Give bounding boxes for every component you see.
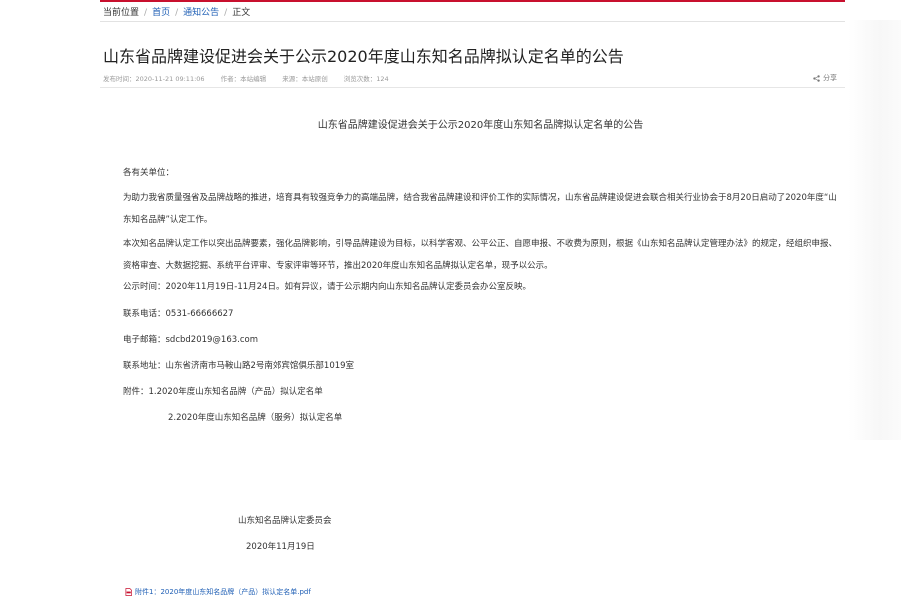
source: 来源：本站原创 [282,75,328,83]
contact-email: 电子邮箱：sdcbd2019@163.com [123,335,259,345]
view-count: 浏览次数：124 [343,75,389,83]
breadcrumb-home-link[interactable]: 首页 [152,8,170,18]
article-title: 山东省品牌建设促进会关于公示2020年度山东知名品牌拟认定名单的公告 [103,47,624,66]
paragraph-2-text: 本次知名品牌认定工作以突出品牌要素，强化品牌影响，引导品牌建设为目标，以科学客观… [123,239,838,271]
breadcrumb-divider [100,21,845,22]
breadcrumb-separator: / [224,8,228,18]
breadcrumb-separator: / [175,8,179,18]
contact-phone: 联系电话：0531-66666627 [123,309,234,319]
attachment-list-1: 附件：1.2020年度山东知名品牌（产品）拟认定名单 [123,387,323,397]
signature-date: 2020年11月19日 [246,542,315,552]
share-label: 分享 [823,74,837,82]
attachment-download-label: 附件1：2020年度山东知名品牌（产品）拟认定名单.pdf [135,588,311,596]
signature: 山东知名品牌认定委员会 [238,516,332,526]
share-button[interactable]: 分享 [813,73,837,83]
paragraph-1: 为助力我省质量强省及品牌战略的推进，培育具有较强竞争力的高端品牌，结合我省品牌建… [123,187,840,231]
share-icon [813,74,820,82]
breadcrumb-page: 正文 [232,8,251,18]
announcement-period: 公示时间：2020年11月19日-11月24日。如有异议，请于公示期内向山东知名… [123,282,531,292]
breadcrumb-separator: / [144,8,148,18]
contact-address: 联系地址：山东省济南市马鞍山路2号南郊宾馆俱乐部1019室 [123,361,355,371]
breadcrumb-current-label: 当前位置 [103,8,140,18]
document-title: 山东省品牌建设促进会关于公示2020年度山东知名品牌拟认定名单的公告 [317,120,644,131]
top-accent-bar [100,0,845,2]
paragraph-1-text: 为助力我省质量强省及品牌战略的推进，培育具有较强竞争力的高端品牌，结合我省品牌建… [123,193,837,225]
author: 作者：本站编辑 [220,75,267,83]
attachment-download-link[interactable]: 附件1：2020年度山东知名品牌（产品）拟认定名单.pdf [125,587,311,597]
attachment-list-2: 2.2020年度山东知名品牌（服务）拟认定名单 [168,413,343,423]
breadcrumb-notices-link[interactable]: 通知公告 [183,8,219,18]
pdf-file-icon [125,588,132,596]
breadcrumb: 当前位置 / 首页 / 通知公告 / 正文 [103,5,250,18]
side-shadow [848,20,901,440]
publish-time: 发布时间：2020-11-21 09:11:06 [103,75,205,83]
article-meta: 发布时间：2020-11-21 09:11:06 作者：本站编辑 来源：本站原创… [103,73,403,83]
salutation: 各有关单位： [123,168,175,178]
meta-divider [100,87,845,88]
paragraph-2: 本次知名品牌认定工作以突出品牌要素，强化品牌影响，引导品牌建设为目标，以科学客观… [123,233,840,277]
